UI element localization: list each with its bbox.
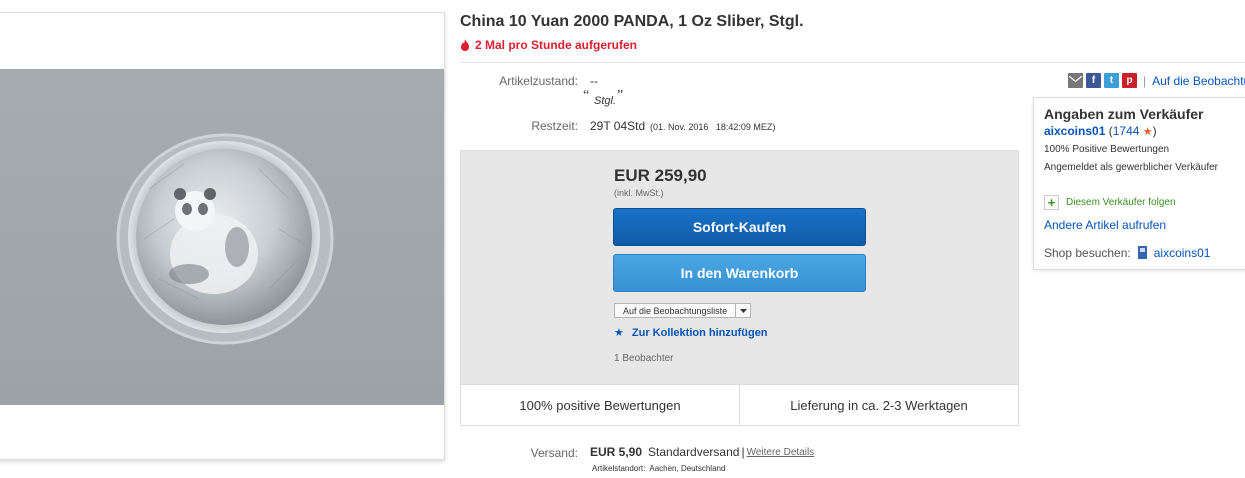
shipping-method: Standardversand bbox=[648, 445, 740, 459]
seller-feedback-summary: 100% positive Bewertungen bbox=[519, 397, 681, 413]
seller-identity: aixcoins01 (1744 ★) bbox=[1044, 124, 1157, 138]
facebook-icon[interactable]: f bbox=[1086, 73, 1101, 88]
star-icon: ★ bbox=[614, 327, 624, 339]
condition-note: Stgl. bbox=[594, 95, 617, 107]
feedback-score-link[interactable]: 1744 bbox=[1113, 124, 1140, 138]
twitter-icon[interactable]: t bbox=[1104, 73, 1119, 88]
quote-close: ” bbox=[617, 88, 624, 103]
watchlist-link[interactable]: Auf die Beobachtungsliste bbox=[1152, 74, 1245, 88]
condition-label: Artikelzustand: bbox=[499, 74, 578, 88]
share-separator: | bbox=[1143, 73, 1147, 88]
follow-seller[interactable]: + Diesem Verkäufer folgen bbox=[1044, 195, 1176, 210]
pinterest-icon[interactable]: p bbox=[1122, 73, 1137, 88]
shipping-separator: | bbox=[741, 445, 745, 459]
price: EUR 259,90 bbox=[614, 166, 707, 185]
share-row: f t p | Auf die Beobachtungsliste bbox=[1068, 73, 1245, 88]
plus-icon[interactable]: + bbox=[1044, 195, 1059, 210]
chevron-down-icon[interactable] bbox=[735, 304, 750, 317]
seller-panel: Angaben zum Verkäufer aixcoins01 (1744 ★… bbox=[1033, 97, 1245, 270]
seller-heading: Angaben zum Verkäufer bbox=[1044, 106, 1204, 122]
shipping-details-link[interactable]: Weitere Details bbox=[747, 447, 815, 458]
email-icon[interactable] bbox=[1068, 73, 1083, 88]
shipping-cost: EUR 5,90 bbox=[590, 445, 643, 459]
condition-value: -- bbox=[590, 74, 598, 88]
time-label: Restzeit: bbox=[531, 119, 578, 133]
seller-positive: 100% Positive Bewertungen bbox=[1044, 144, 1170, 155]
feedback-close: ) bbox=[1152, 124, 1157, 138]
views-notice-text: 2 Mal pro Stunde aufgerufen bbox=[475, 38, 638, 52]
listing-title: China 10 Yuan 2000 PANDA, 1 Oz Sliber, S… bbox=[460, 13, 804, 30]
quote-open: “ bbox=[583, 88, 590, 103]
image-panel bbox=[0, 12, 445, 460]
shop-label: Shop besuchen: bbox=[1044, 245, 1131, 260]
watchers-count: 1 Beobachter bbox=[614, 353, 674, 364]
shipping-label: Versand: bbox=[530, 446, 578, 460]
coin-image[interactable] bbox=[0, 69, 444, 405]
time-end: (01. Nov. 2016 18:42:09 MEZ) bbox=[650, 122, 776, 132]
visit-shop: Shop besuchen: aixcoins01 bbox=[1044, 245, 1210, 260]
coin-illustration bbox=[116, 133, 334, 345]
shop-icon[interactable] bbox=[1137, 245, 1148, 260]
watchlist-dropdown-label: Auf die Beobachtungsliste bbox=[623, 305, 728, 316]
flame-icon bbox=[461, 39, 469, 51]
other-items-link[interactable]: Andere Artikel aufrufen bbox=[1044, 218, 1166, 232]
follow-seller-label[interactable]: Diesem Verkäufer folgen bbox=[1066, 197, 1176, 208]
watchlist-dropdown[interactable]: Auf die Beobachtungsliste bbox=[614, 303, 752, 318]
delivery-estimate: Lieferung in ca. 2-3 Werktagen bbox=[739, 385, 1018, 425]
buy-now-button[interactable]: Sofort-Kaufen bbox=[613, 208, 866, 246]
add-to-cart-button[interactable]: In den Warenkorb bbox=[613, 254, 866, 292]
shop-name-link[interactable]: aixcoins01 bbox=[1154, 246, 1211, 260]
time-remaining: 29T 04Std bbox=[590, 119, 646, 133]
divider bbox=[460, 62, 1245, 63]
shipping-info: EUR 5,90 Standardversand | Weitere Detai… bbox=[590, 445, 814, 459]
add-to-collection[interactable]: ★ Zur Kollektion hinzufügen bbox=[614, 326, 768, 340]
buy-box: EUR 259,90 (inkl. MwSt.) Sofort-Kaufen I… bbox=[460, 150, 1019, 426]
add-to-collection-link[interactable]: Zur Kollektion hinzufügen bbox=[632, 327, 768, 339]
item-location: Artikelstandort: Aachen, Deutschland bbox=[592, 464, 726, 473]
vat-note: (inkl. MwSt.) bbox=[614, 188, 664, 198]
seller-name-link[interactable]: aixcoins01 bbox=[1044, 124, 1105, 138]
buy-box-footer: 100% positive Bewertungen Lieferung in c… bbox=[461, 384, 1018, 425]
feedback-star-icon: ★ bbox=[1142, 126, 1153, 138]
seller-type: Angemeldet als gewerblicher Verkäufer bbox=[1044, 162, 1218, 173]
views-notice: 2 Mal pro Stunde aufgerufen bbox=[460, 38, 637, 52]
